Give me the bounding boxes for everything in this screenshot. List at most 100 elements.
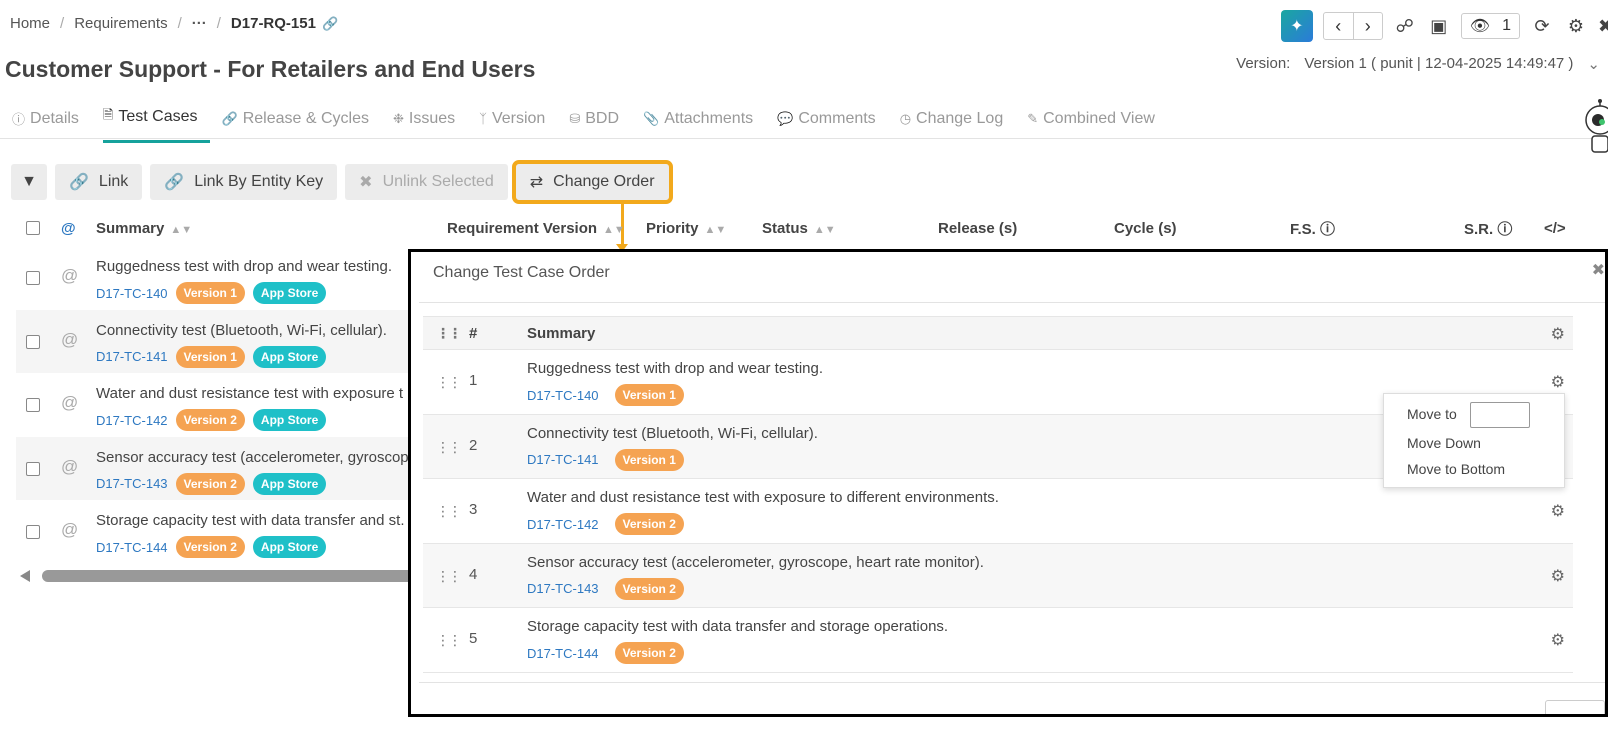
- scroll-left-icon[interactable]: [20, 570, 30, 582]
- gear-icon[interactable]: ⚙: [1551, 630, 1565, 650]
- tab-comments[interactable]: 💬 Comments: [777, 100, 888, 143]
- close-icon[interactable]: ✖: [1592, 260, 1605, 280]
- info-icon: ⓘ: [12, 112, 26, 127]
- test-case-key[interactable]: D17-TC-143: [96, 476, 168, 491]
- breadcrumb-home[interactable]: Home: [10, 15, 50, 32]
- summary-column-header[interactable]: Summary ▲▼: [96, 220, 192, 237]
- drag-handle-icon[interactable]: ⋮⋮: [436, 568, 462, 585]
- gear-icon[interactable]: ⚙: [1564, 16, 1588, 37]
- drag-handle-icon[interactable]: ⋮⋮: [436, 503, 462, 520]
- unlink-selected-button[interactable]: ✖ Unlink Selected: [345, 164, 508, 200]
- previous-record-button[interactable]: ‹: [1324, 13, 1353, 39]
- link-button[interactable]: 🔗 Link: [55, 164, 143, 200]
- share-icon[interactable]: ☍: [1393, 16, 1417, 37]
- drag-handle-icon[interactable]: ⋮⋮: [436, 374, 462, 391]
- version-badge: Version 2: [175, 536, 245, 558]
- database-icon: ⛁: [569, 110, 581, 126]
- order-row[interactable]: ⋮⋮ 5 Storage capacity test with data tra…: [423, 608, 1573, 673]
- row-number: 1: [469, 372, 478, 389]
- breadcrumb-separator: /: [177, 15, 182, 32]
- test-case-key[interactable]: D17-TC-144: [96, 540, 168, 555]
- link-by-entity-key-button[interactable]: 🔗 Link By Entity Key: [150, 164, 338, 200]
- tab-release-cycles[interactable]: 🔗 Release & Cycles: [222, 100, 381, 143]
- select-all-checkbox[interactable]: [26, 221, 40, 235]
- test-case-key[interactable]: D17-TC-144: [527, 646, 599, 661]
- breadcrumb-requirements[interactable]: Requirements: [74, 15, 167, 32]
- tab-details[interactable]: ⓘ Details: [12, 100, 91, 143]
- order-row[interactable]: ⋮⋮ 3 Water and dust resistance test with…: [423, 479, 1573, 544]
- cancel-button[interactable]: [1545, 700, 1605, 714]
- filter-button[interactable]: ▼: [11, 164, 47, 200]
- eye-icon: 👁: [1469, 18, 1491, 35]
- order-table-header: ⋮⋮ # Summary ⚙: [423, 316, 1573, 350]
- at-icon: @: [61, 456, 79, 476]
- robot-assistant-icon[interactable]: [1578, 98, 1608, 160]
- test-case-key[interactable]: D17-TC-142: [96, 413, 168, 428]
- gear-icon[interactable]: ⚙: [1551, 324, 1565, 344]
- dropdown-box-icon[interactable]: ▣: [1427, 16, 1451, 37]
- close-icon[interactable]: ✖: [1598, 16, 1608, 37]
- refresh-icon[interactable]: ⟳: [1530, 16, 1554, 37]
- next-record-button[interactable]: ›: [1352, 13, 1382, 39]
- drag-handle-icon: ⋮⋮: [436, 325, 462, 341]
- row-number: 4: [469, 565, 478, 583]
- status-column-header[interactable]: Status ▲▼: [762, 220, 836, 237]
- test-case-key[interactable]: D17-TC-142: [527, 517, 599, 532]
- copy-link-icon[interactable]: 🔗: [322, 16, 338, 32]
- test-case-key[interactable]: D17-TC-140: [96, 286, 168, 301]
- tab-test-cases[interactable]: 🗎 Test Cases: [102, 100, 210, 143]
- release-column-header: Release (s): [938, 219, 1018, 237]
- order-row[interactable]: ⋮⋮ 4 Sensor accuracy test (accelerometer…: [423, 543, 1573, 608]
- requirement-version-column-header[interactable]: Requirement Version ▲▼: [447, 220, 625, 237]
- comments-icon: 💬: [777, 110, 794, 126]
- row-checkbox[interactable]: [26, 334, 40, 349]
- move-to-input[interactable]: [1470, 402, 1530, 428]
- code-column-header[interactable]: </>: [1544, 220, 1566, 237]
- test-case-toolbar: ▼ 🔗 Link 🔗 Link By Entity Key ✖ Unlink Sele…: [11, 160, 673, 204]
- sort-icon: ▲▼: [170, 223, 193, 236]
- tab-version[interactable]: ᛉ Version: [479, 100, 557, 143]
- test-case-key[interactable]: D17-TC-141: [527, 452, 599, 467]
- version-value: Version 1 ( punit | 12-04-2025 14:49:47 …: [1304, 55, 1574, 72]
- scrollbar-thumb[interactable]: [42, 570, 422, 582]
- row-summary: Sensor accuracy test (accelerometer, gyr…: [527, 553, 984, 571]
- horizontal-scrollbar[interactable]: [20, 570, 422, 582]
- test-case-key[interactable]: D17-TC-143: [527, 581, 599, 596]
- breadcrumb-ellipsis[interactable]: ···: [192, 15, 207, 32]
- modal-divider: [419, 302, 1605, 303]
- row-summary: Ruggedness test with drop and wear testi…: [527, 360, 824, 377]
- test-case-key[interactable]: D17-TC-141: [96, 349, 168, 364]
- test-case-key[interactable]: D17-TC-140: [527, 388, 599, 403]
- version-badge: Version 1: [614, 384, 684, 406]
- cycle-column-header: Cycle (s): [1114, 219, 1177, 237]
- version-label: Version:: [1236, 55, 1291, 72]
- move-to-bottom-item[interactable]: Move to Bottom: [1407, 461, 1505, 477]
- row-checkbox[interactable]: [26, 525, 40, 539]
- change-order-button[interactable]: ⇄ Change Order: [511, 160, 673, 204]
- priority-column-header[interactable]: Priority ▲▼: [646, 220, 726, 237]
- summary-column-header: Summary: [527, 325, 596, 342]
- tab-issues[interactable]: ❉ Issues: [393, 100, 467, 143]
- tag-badge: App Store: [252, 345, 327, 368]
- version-badge: Version 1: [614, 448, 684, 471]
- gear-icon[interactable]: ⚙: [1551, 501, 1565, 521]
- row-checkbox[interactable]: [26, 461, 40, 476]
- gear-icon[interactable]: ⚙: [1551, 566, 1565, 586]
- tab-bdd[interactable]: ⛁ BDD: [569, 100, 631, 143]
- gear-icon[interactable]: ⚙: [1551, 372, 1565, 392]
- move-down-item[interactable]: Move Down: [1407, 435, 1481, 451]
- watch-count: 1: [1502, 17, 1511, 34]
- filter-icon: ▼: [21, 173, 37, 190]
- tab-combined-view[interactable]: ✎ Combined View: [1027, 100, 1167, 143]
- ai-assistant-button[interactable]: ✦: [1280, 10, 1313, 42]
- row-checkbox[interactable]: [26, 271, 40, 285]
- row-checkbox[interactable]: [26, 398, 40, 412]
- watch-button[interactable]: 👁 1: [1460, 13, 1520, 39]
- tab-attachments[interactable]: 📎 Attachments: [643, 100, 765, 143]
- tab-change-log[interactable]: ◷ Change Log: [900, 100, 1016, 143]
- drag-handle-icon[interactable]: ⋮⋮: [436, 632, 462, 649]
- row-number: 5: [469, 630, 478, 647]
- drag-handle-icon[interactable]: ⋮⋮: [436, 439, 462, 456]
- version-selector[interactable]: Version: Version 1 ( punit | 12-04-2025 …: [1236, 55, 1600, 73]
- row-number: 3: [469, 501, 478, 518]
